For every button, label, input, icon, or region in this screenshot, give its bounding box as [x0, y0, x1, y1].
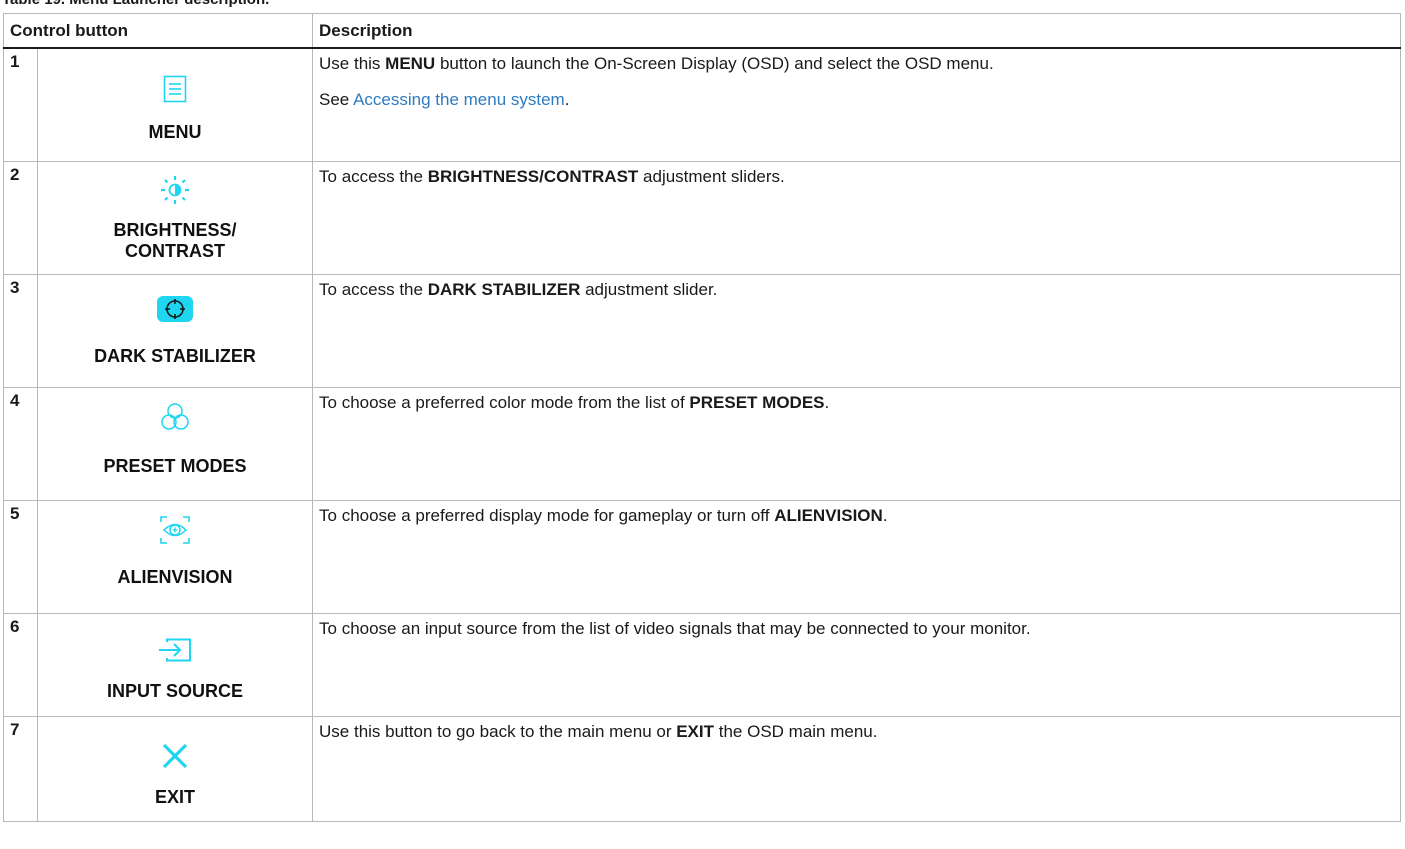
brightness-contrast-icon — [161, 176, 189, 204]
row-number: 7 — [3, 716, 38, 822]
description-cell: To access the DARK STABILIZER adjustment… — [312, 274, 1402, 388]
description-text: Use this — [319, 54, 386, 73]
exit-icon — [162, 743, 188, 769]
description-text: To choose a preferred display mode for g… — [319, 506, 775, 525]
row-number: 2 — [3, 161, 38, 275]
description-cell: To access the BRIGHTNESS/CONTRAST adjust… — [312, 161, 1402, 275]
header-control-button: Control button — [2, 13, 314, 49]
description-cell: To choose an input source from the list … — [312, 613, 1402, 717]
control-label: DARK STABILIZER — [94, 346, 256, 366]
row-number: 1 — [3, 47, 38, 162]
description-bold: MENU — [385, 54, 436, 73]
description-text: To access the — [319, 280, 428, 299]
control-cell: BRIGHTNESS/ CONTRAST — [36, 161, 314, 275]
dark-stabilizer-icon — [157, 296, 193, 322]
description-text: To access the — [319, 167, 428, 186]
menu-icon — [163, 75, 187, 103]
table-row: 3 DARK STABILIZER To access the DARK STA… — [3, 274, 1402, 388]
control-cell: ALIENVISION — [36, 500, 314, 614]
table-header-row: Control button Description — [2, 13, 1402, 49]
description-text: the OSD main menu. — [714, 722, 878, 741]
description-text: . — [882, 506, 888, 525]
table-row: 7 EXIT Use this button to go back to the… — [3, 716, 1402, 822]
control-cell: MENU — [36, 47, 314, 162]
table-row: 2 BRIGHTNESS/ CONTRAST To access the BRI… — [3, 161, 1402, 275]
table-row: 4 PRESET MODES To choose a preferred col… — [3, 387, 1402, 501]
control-label: ALIENVISION — [117, 567, 233, 587]
description-bold: DARK STABILIZER — [427, 280, 581, 299]
description-text: adjustment sliders. — [638, 167, 785, 186]
preset-modes-icon — [161, 403, 189, 430]
header-description: Description — [312, 13, 1402, 49]
description-cell: Use this button to go back to the main m… — [312, 716, 1402, 822]
table-caption: Table 19. Menu Launcher description. — [2, 0, 269, 8]
accessing-menu-link[interactable]: Accessing the menu system — [353, 90, 565, 109]
control-cell: PRESET MODES — [36, 387, 314, 501]
control-label: MENU — [148, 122, 202, 142]
description-bold: PRESET MODES — [689, 393, 825, 412]
control-cell: INPUT SOURCE — [36, 613, 314, 717]
control-cell: EXIT — [36, 716, 314, 822]
row-number: 4 — [3, 387, 38, 501]
row-number: 6 — [3, 613, 38, 717]
control-label: EXIT — [155, 787, 196, 807]
table-row: 5 ALIENVISION To choose a preferred disp… — [3, 500, 1402, 614]
table-row: 6 INPUT SOURCE To choose an input source… — [3, 613, 1402, 717]
table-row: 1 MENU Use this MENU button to launch th… — [3, 47, 1402, 162]
control-label: INPUT SOURCE — [107, 681, 244, 701]
description-text: To choose a preferred color mode from th… — [319, 393, 690, 412]
menu-launcher-table: Control button Description 1 MENU Use th… — [2, 13, 1402, 822]
description-cell: Use this MENU button to launch the On-Sc… — [312, 47, 1402, 162]
description-text: . — [824, 393, 830, 412]
description-cell: To choose a preferred color mode from th… — [312, 387, 1402, 501]
description-text: To choose an input source from the list … — [319, 619, 1031, 638]
description-text: adjustment slider. — [580, 280, 718, 299]
control-label: BRIGHTNESS/ CONTRAST — [113, 220, 237, 261]
input-source-icon — [159, 638, 191, 662]
row-number: 5 — [3, 500, 38, 614]
description-cell: To choose a preferred display mode for g… — [312, 500, 1402, 614]
alienvision-icon — [160, 516, 190, 544]
control-cell: DARK STABILIZER — [36, 274, 314, 388]
description-bold: BRIGHTNESS/CONTRAST — [427, 167, 639, 186]
description-bold: EXIT — [676, 722, 715, 741]
description-text: Use this button to go back to the main m… — [319, 722, 677, 741]
see-suffix: . — [564, 90, 570, 109]
description-bold: ALIENVISION — [774, 506, 883, 525]
see-text: See — [319, 90, 354, 109]
control-label: PRESET MODES — [103, 456, 247, 476]
description-text: button to launch the On-Screen Display (… — [435, 54, 994, 73]
row-number: 3 — [3, 274, 38, 388]
